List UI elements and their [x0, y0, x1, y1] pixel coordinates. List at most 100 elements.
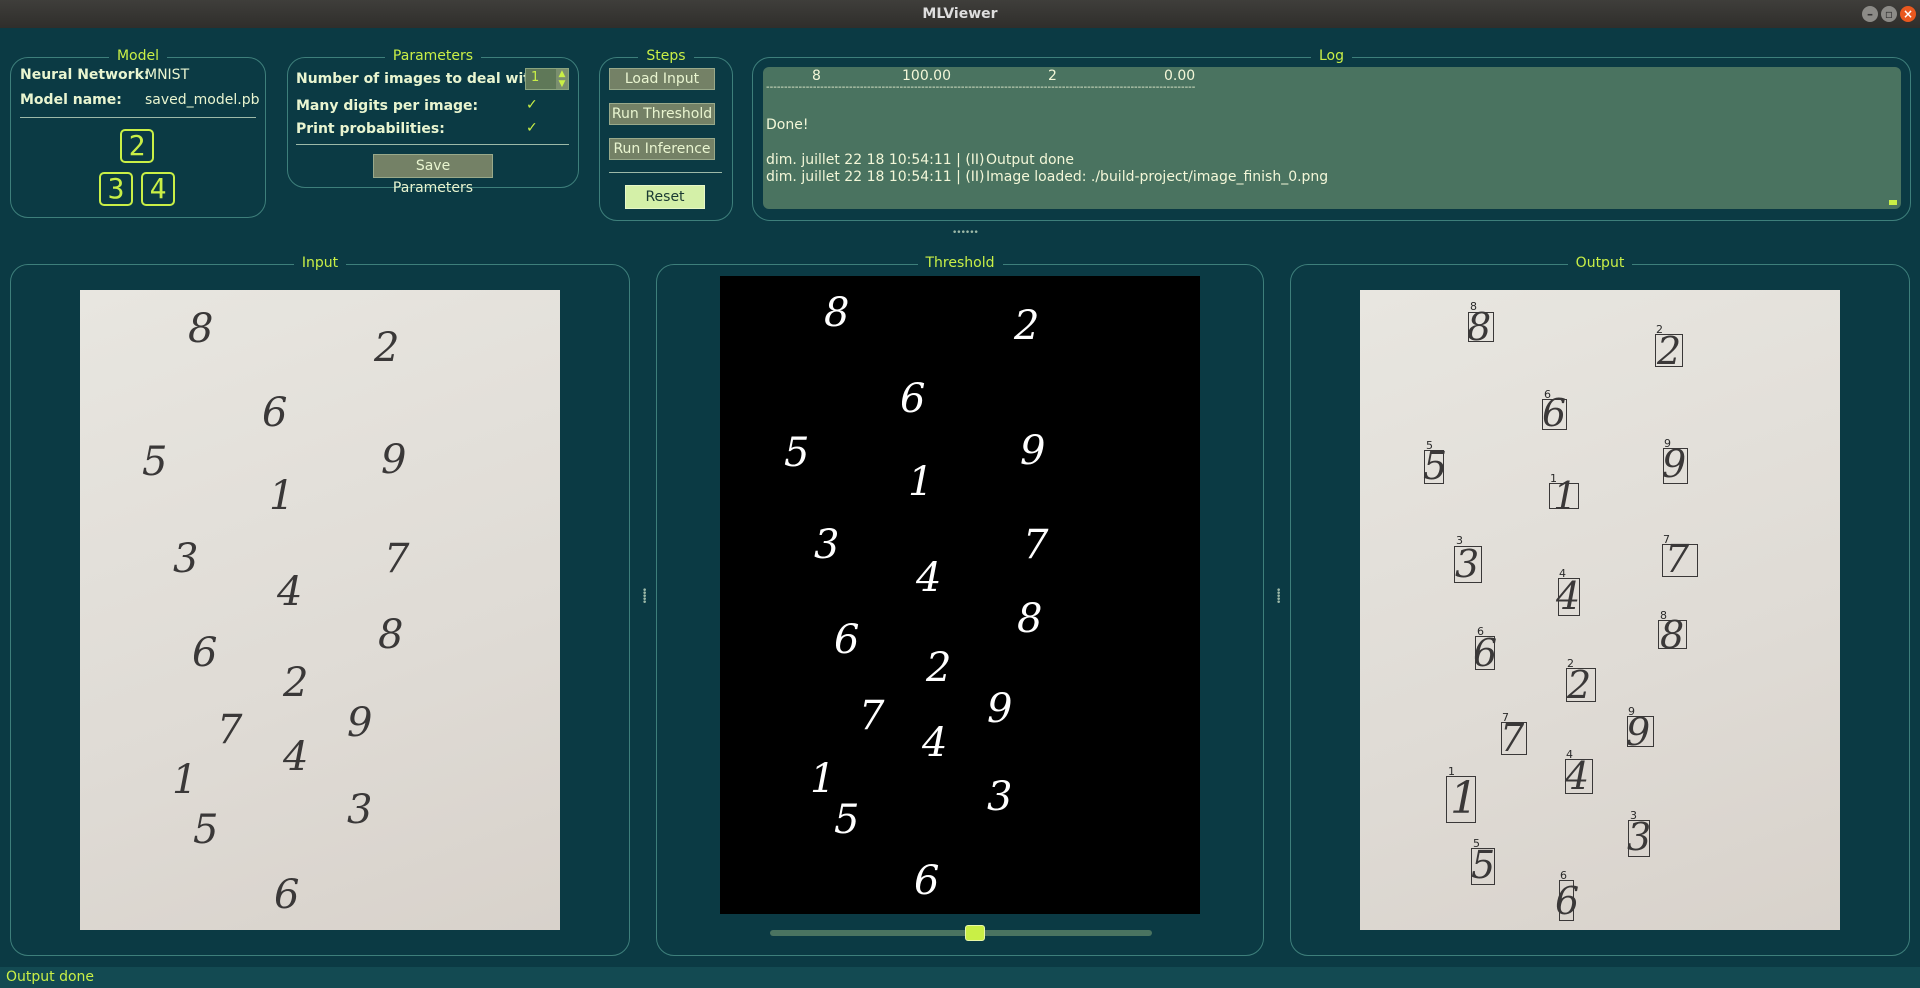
- log-message: Output done: [986, 152, 1075, 168]
- save-parameters-button[interactable]: Save Parameters: [373, 154, 493, 196]
- threshold-digit: 6: [914, 858, 940, 904]
- detected-digit: 6: [1473, 631, 1498, 675]
- log-message: Image loaded: ./build-project/image_fini…: [986, 169, 1329, 185]
- handwritten-digit: 1: [269, 473, 295, 519]
- window-title: MLViewer: [922, 6, 998, 22]
- model-name-label: Model name:: [20, 92, 122, 108]
- detected-digit: 6: [1555, 879, 1580, 923]
- detected-digit: 4: [1556, 574, 1581, 618]
- detected-digit: 5: [1423, 444, 1448, 488]
- spin-arrows-icon[interactable]: ▲ ▼: [556, 69, 568, 89]
- threshold-digit: 8: [1017, 596, 1043, 642]
- handwritten-digit: 4: [283, 734, 309, 780]
- log-time: dim. juillet 22 18 10:54:11 | (II): [766, 152, 985, 168]
- log-output[interactable]: 8 100.00 2 0.00 ------------------------…: [763, 67, 1901, 209]
- detected-digit: 1: [1450, 773, 1478, 824]
- detected-digit: 5: [1471, 843, 1496, 887]
- network-value: MNIST: [145, 67, 190, 83]
- parameters-group-title: Parameters: [384, 48, 482, 64]
- status-bar: Output done: [0, 967, 1920, 988]
- handwritten-digit: 7: [384, 536, 410, 582]
- threshold-digit: 6: [900, 376, 926, 422]
- threshold-slider-track[interactable]: [770, 930, 1152, 936]
- detected-digit: 2: [1567, 663, 1592, 707]
- handwritten-digit: 5: [142, 439, 168, 485]
- threshold-digit: 7: [1023, 522, 1049, 568]
- num-images-value: 1: [531, 70, 540, 85]
- num-images-label: Number of images to deal with:: [296, 71, 546, 87]
- log-group-title: Log: [1310, 48, 1352, 64]
- horizontal-splitter-handle[interactable]: ••••••: [952, 228, 979, 238]
- handwritten-digit: 9: [381, 437, 407, 483]
- threshold-slider-handle[interactable]: [965, 925, 986, 941]
- output-group-title: Output: [1567, 255, 1633, 271]
- reset-button[interactable]: Reset: [625, 185, 705, 209]
- threshold-digit: 9: [1020, 428, 1046, 474]
- load-input-button[interactable]: Load Input: [609, 68, 715, 90]
- status-text: Output done: [6, 969, 95, 985]
- threshold-digit: 2: [926, 645, 952, 691]
- print-prob-checkbox[interactable]: ✓: [526, 120, 538, 136]
- handwritten-digit: 8: [378, 612, 404, 658]
- detected-digit: 2: [1657, 329, 1682, 373]
- handwritten-digit: 6: [192, 630, 218, 676]
- threshold-digit: 8: [824, 290, 850, 336]
- detected-digit: 4: [1565, 754, 1590, 798]
- handwritten-digit: 2: [283, 660, 309, 706]
- threshold-digit: 9: [987, 686, 1013, 732]
- network-label: Neural Network:: [20, 67, 150, 83]
- model-digit-box: 3: [99, 172, 133, 206]
- vertical-splitter-handle[interactable]: • • • • •: [1276, 587, 1281, 608]
- output-image: 8 8 2 2 6 6 5 5 9 9 1 1 3 3 7 7 4 4 6 6 …: [1360, 290, 1840, 930]
- handwritten-digit: 3: [347, 787, 373, 833]
- close-icon[interactable]: ×: [1900, 6, 1916, 22]
- model-group-title: Model: [108, 48, 168, 64]
- handwritten-digit: 6: [274, 872, 300, 918]
- input-group-title: Input: [293, 255, 347, 271]
- steps-separator: [609, 172, 722, 173]
- model-digit-box: 4: [141, 172, 175, 206]
- handwritten-digit: 6: [262, 390, 288, 436]
- threshold-image: 8 2 6 5 9 1 3 7 4 6 8 2 7 9 4 1 3 5 6: [720, 276, 1200, 914]
- vertical-splitter-handle[interactable]: • • • • •: [642, 587, 647, 608]
- steps-group-title: Steps: [638, 48, 694, 64]
- detected-digit: 7: [1665, 537, 1690, 581]
- num-images-spinbox[interactable]: 1 ▲ ▼: [525, 68, 569, 90]
- input-image: 8 2 6 5 9 1 3 7 4 6 8 2 7 9 4 1 3 5 6: [80, 290, 560, 930]
- handwritten-digit: 9: [347, 700, 373, 746]
- detected-digit: 1: [1553, 474, 1578, 518]
- handwritten-digit: 5: [193, 807, 219, 853]
- maximize-icon[interactable]: ▫: [1881, 6, 1897, 22]
- handwritten-digit: 7: [217, 707, 243, 753]
- threshold-digit: 2: [1014, 303, 1040, 349]
- detected-digit: 8: [1467, 305, 1492, 349]
- detected-digit: 3: [1455, 542, 1480, 586]
- parameters-separator: [296, 144, 569, 145]
- handwritten-digit: 8: [188, 306, 214, 352]
- detected-digit: 9: [1626, 710, 1651, 754]
- threshold-group-title: Threshold: [917, 255, 1003, 271]
- log-divider: ----------------------------------------…: [766, 82, 1196, 93]
- minimize-icon[interactable]: –: [1862, 6, 1878, 22]
- detected-digit: 6: [1542, 391, 1567, 435]
- detected-digit: 9: [1662, 442, 1687, 486]
- run-threshold-button[interactable]: Run Threshold: [609, 103, 715, 125]
- threshold-digit: 6: [834, 617, 860, 663]
- log-time: dim. juillet 22 18 10:54:11 | (II): [766, 169, 985, 185]
- detected-digit: 7: [1500, 716, 1525, 760]
- detected-digit: 3: [1627, 815, 1652, 859]
- threshold-digit: 7: [859, 693, 885, 739]
- many-digits-checkbox[interactable]: ✓: [526, 97, 538, 113]
- window-titlebar: MLViewer – ▫ ×: [0, 0, 1920, 28]
- resize-grip-icon[interactable]: [1889, 200, 1897, 205]
- threshold-digit: 4: [922, 720, 948, 766]
- handwritten-digit: 3: [173, 536, 199, 582]
- many-digits-label: Many digits per image:: [296, 98, 479, 114]
- threshold-digit: 3: [814, 522, 840, 568]
- model-digit-box: 2: [120, 129, 154, 163]
- run-inference-button[interactable]: Run Inference: [609, 138, 715, 160]
- handwritten-digit: 4: [277, 569, 303, 615]
- handwritten-digit: 1: [172, 757, 198, 803]
- threshold-digit: 5: [784, 430, 810, 476]
- threshold-digit: 1: [908, 459, 934, 505]
